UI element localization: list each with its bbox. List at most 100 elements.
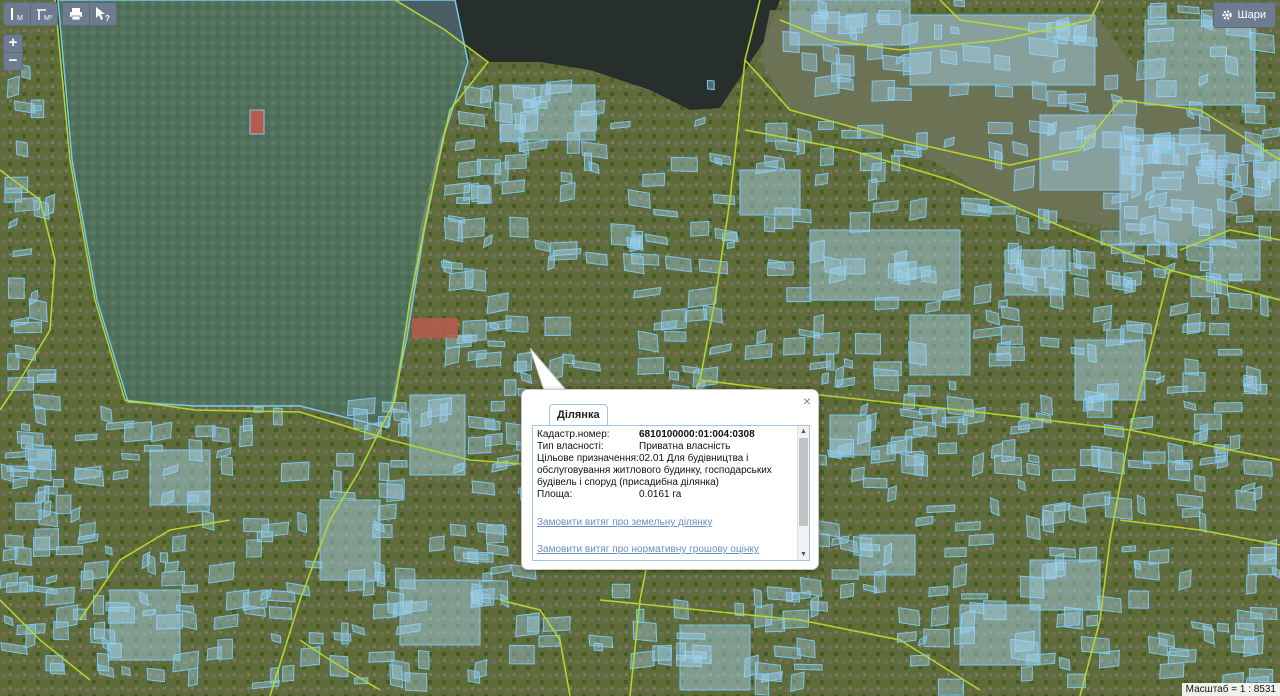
zoom-out-button[interactable]: − — [4, 52, 22, 70]
parcel — [362, 580, 375, 597]
parcel — [765, 618, 786, 633]
parcel — [953, 0, 966, 8]
parcel — [1250, 606, 1278, 621]
svg-text:M: M — [17, 15, 23, 22]
parcel — [961, 593, 989, 600]
parcel — [1025, 515, 1041, 541]
print-identify-group: ? — [62, 2, 117, 26]
parcel — [664, 330, 687, 342]
parcel — [1147, 243, 1160, 256]
layers-button[interactable]: Шари — [1212, 2, 1276, 28]
parcel — [346, 397, 376, 417]
order-valuation-extract-link[interactable]: Замовити витяг про нормативну грошову оц… — [537, 544, 795, 555]
parcel — [1229, 434, 1241, 451]
parcel — [1104, 74, 1119, 91]
parcel — [763, 215, 776, 233]
parcel — [706, 79, 715, 91]
cursor-help-icon: ? — [96, 7, 110, 22]
identify-button[interactable]: ? — [90, 3, 116, 25]
parcel — [74, 467, 105, 487]
parcel — [1092, 304, 1113, 323]
parcel — [55, 494, 72, 515]
parcel — [1040, 336, 1060, 348]
parcel — [1159, 662, 1185, 680]
parcel — [1086, 398, 1113, 418]
parcel — [1200, 261, 1212, 272]
parcel — [112, 469, 129, 481]
parcel — [773, 645, 802, 660]
parcel — [1086, 614, 1099, 627]
parcel — [1176, 493, 1204, 509]
parcel — [744, 343, 773, 360]
parcel — [1177, 5, 1200, 15]
parcel — [801, 52, 818, 72]
print-button[interactable] — [63, 3, 90, 25]
parcel — [871, 79, 896, 102]
parcel — [1013, 165, 1035, 192]
parcel — [1015, 214, 1030, 235]
parcel — [1128, 590, 1150, 609]
parcel — [146, 667, 166, 683]
tab-parcel[interactable]: Ділянка — [549, 404, 608, 425]
close-button[interactable]: × — [803, 393, 811, 409]
parcel — [187, 667, 199, 687]
parcel — [1182, 321, 1206, 334]
parcel — [893, 149, 920, 159]
order-parcel-extract-link[interactable]: Замовити витяг про земельну ділянку — [537, 517, 795, 528]
parcel — [513, 360, 527, 372]
parcel — [161, 570, 186, 587]
parcel — [712, 193, 736, 206]
measure-length-button[interactable]: M — [4, 3, 31, 25]
scroll-thumb[interactable] — [799, 438, 808, 526]
parcel — [27, 369, 57, 383]
parcel — [973, 283, 992, 305]
popup-scrollbar[interactable]: ▲ ▼ — [797, 426, 809, 560]
parcel — [1167, 649, 1197, 665]
parcel — [670, 156, 698, 173]
parcel — [272, 407, 283, 426]
parcel-large — [109, 589, 181, 661]
parcel — [1184, 358, 1199, 376]
parcel — [887, 485, 898, 503]
parcel — [937, 442, 957, 455]
parcel — [538, 634, 561, 648]
field-label: Кадастр.номер: — [537, 429, 610, 440]
map-view[interactable]: M M² ? + − Шари × Ділянка Кадастр.номер:… — [0, 0, 1280, 696]
parcel — [378, 462, 390, 482]
parcel — [225, 589, 250, 611]
parcel-details: Кадастр.номер: 6810100000:01:004:0308 Ти… — [537, 429, 795, 555]
highlighted-building — [249, 109, 265, 135]
parcel — [1136, 494, 1146, 516]
scroll-up-icon[interactable]: ▲ — [798, 426, 809, 437]
parcel — [1214, 402, 1243, 413]
parcel — [854, 333, 882, 355]
parcel — [1235, 489, 1257, 511]
parcel — [622, 252, 645, 275]
parcel — [1148, 548, 1170, 565]
parcel — [786, 287, 812, 303]
parcel — [1209, 322, 1230, 336]
parcel — [637, 330, 659, 353]
parcel-large — [1004, 249, 1066, 296]
parcel — [905, 450, 925, 467]
map-canvas[interactable] — [0, 0, 1280, 696]
parcel — [996, 346, 1025, 361]
parcel — [928, 585, 949, 598]
parcel — [509, 644, 535, 665]
field-ownership-type: Тип власності: Приватна власність — [537, 441, 795, 453]
parcel — [1147, 635, 1169, 657]
parcel — [20, 423, 31, 432]
parcel — [55, 545, 84, 556]
measure-area-button[interactable]: M² — [31, 3, 57, 25]
parcel — [560, 171, 573, 184]
parcel — [33, 393, 61, 412]
parcel — [756, 329, 767, 345]
svg-text:M²: M² — [44, 15, 53, 22]
parcel — [765, 122, 788, 142]
print-icon — [70, 8, 82, 21]
scroll-down-icon[interactable]: ▼ — [798, 549, 809, 560]
parcel — [121, 452, 140, 461]
parcel — [813, 313, 825, 338]
zoom-in-button[interactable]: + — [4, 35, 22, 52]
svg-text:?: ? — [105, 14, 110, 22]
